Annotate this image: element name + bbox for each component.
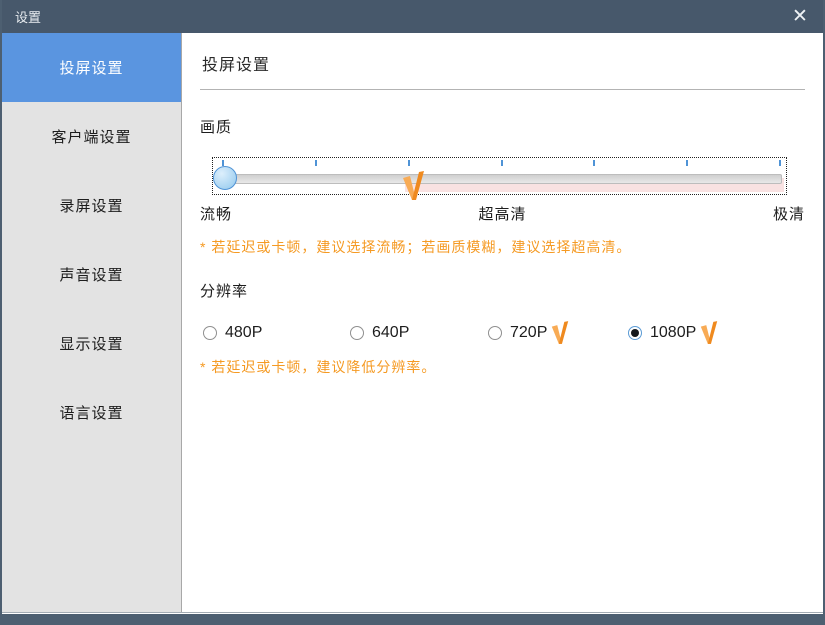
- resolution-options: 480P 640P 720P 1080P: [200, 321, 805, 344]
- radio-480p[interactable]: 480P: [203, 324, 350, 342]
- sidebar-item-sound-settings[interactable]: 声音设置: [2, 240, 181, 309]
- radio-label: 720P: [510, 323, 548, 341]
- slider-tick: [315, 160, 317, 166]
- dialog-body: 投屏设置 客户端设置 录屏设置 声音设置 显示设置 语言设置 投屏设置 画质 流…: [2, 33, 823, 613]
- quality-note: * 若延迟或卡顿，建议选择流畅；若画质模糊，建议选择超高清。: [200, 239, 632, 255]
- slider-scale-labels: 流畅 超高清 极清: [200, 203, 805, 224]
- window-title: 设置: [15, 10, 42, 25]
- sidebar-item-label: 录屏设置: [59, 198, 124, 215]
- resolution-note: * 若延迟或卡顿，建议降低分辨率。: [200, 359, 437, 375]
- main-panel: 投屏设置 画质 流畅 超高清 极清 * 若延迟或卡顿，建议选择流畅；若画质模糊，…: [182, 33, 823, 612]
- sidebar-item-label: 声音设置: [59, 267, 124, 284]
- sidebar-item-label: 显示设置: [59, 336, 124, 353]
- radio-circle-icon[interactable]: [350, 325, 364, 340]
- close-icon[interactable]: ✕: [785, 3, 815, 30]
- radio-1080p[interactable]: 1080P: [628, 321, 718, 344]
- slider-tick: [501, 160, 503, 166]
- vip-check-icon: [551, 321, 569, 344]
- sidebar-item-display-settings[interactable]: 显示设置: [2, 309, 181, 378]
- sidebar-item-label: 语言设置: [59, 405, 124, 422]
- sidebar-item-client-settings[interactable]: 客户端设置: [2, 102, 181, 171]
- slider-track[interactable]: [217, 174, 782, 184]
- quality-label: 画质: [200, 119, 233, 136]
- slider-label-smooth: 流畅: [200, 206, 233, 223]
- radio-640p[interactable]: 640P: [350, 324, 488, 342]
- radio-label: 640P: [372, 323, 410, 341]
- sidebar-item-cast-settings[interactable]: 投屏设置: [2, 33, 181, 102]
- resolution-label: 分辨率: [200, 283, 249, 300]
- slider-tick: [686, 160, 688, 166]
- radio-circle-icon[interactable]: [203, 325, 217, 340]
- slider-tick: [593, 160, 595, 166]
- window-bottom-frame: [2, 614, 823, 625]
- slider-handle[interactable]: [213, 166, 237, 190]
- slider-tick: [408, 160, 410, 166]
- page-title: 投屏设置: [200, 47, 805, 90]
- radio-label: 480P: [225, 323, 263, 341]
- radio-720p[interactable]: 720P: [488, 321, 628, 344]
- settings-dialog: 设置 ✕ 投屏设置 客户端设置 录屏设置 声音设置 显示设置 语言设置 投屏设置…: [0, 0, 825, 625]
- radio-label: 1080P: [650, 323, 697, 341]
- sidebar: 投屏设置 客户端设置 录屏设置 声音设置 显示设置 语言设置: [2, 33, 182, 612]
- quality-slider[interactable]: [212, 157, 787, 200]
- sidebar-item-language-settings[interactable]: 语言设置: [2, 378, 181, 447]
- vip-check-icon: [700, 321, 718, 344]
- slider-label-ultra-hd: 超高清: [478, 206, 527, 223]
- slider-tick: [779, 160, 781, 166]
- sidebar-item-label: 投屏设置: [59, 60, 124, 77]
- titlebar: 设置 ✕: [2, 0, 823, 33]
- radio-circle-icon[interactable]: [628, 325, 642, 340]
- slider-label-extreme: 极清: [772, 206, 805, 223]
- vip-check-icon: [402, 171, 425, 205]
- sidebar-item-label: 客户端设置: [51, 129, 132, 146]
- sidebar-item-recording-settings[interactable]: 录屏设置: [2, 171, 181, 240]
- radio-circle-icon[interactable]: [488, 325, 502, 340]
